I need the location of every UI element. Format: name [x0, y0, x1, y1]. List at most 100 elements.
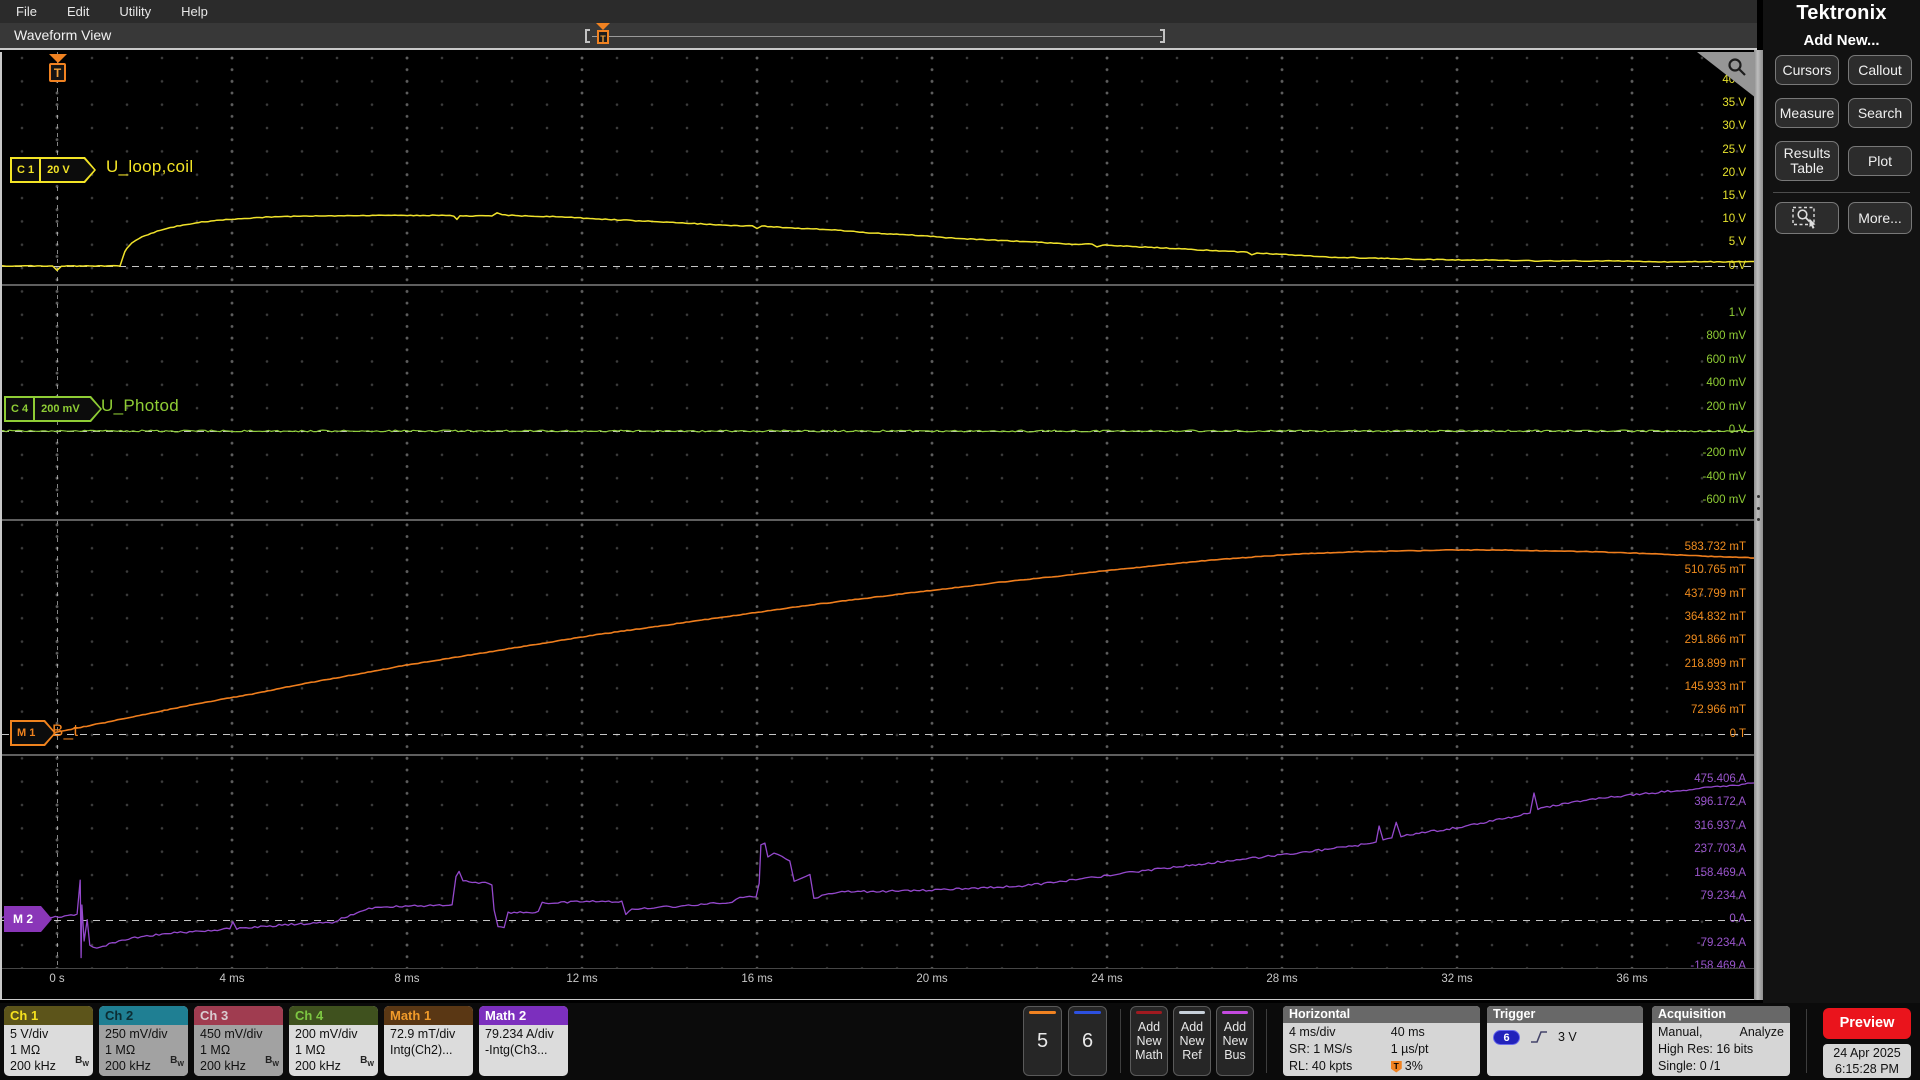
- channel-badge-math-2[interactable]: Math 2 79.234 A/div -Intg(Ch3...: [479, 1006, 568, 1076]
- horizontal-value: T 3%: [1390, 1058, 1474, 1075]
- trace-m1: [46, 548, 1754, 735]
- button-stripe: [1222, 1011, 1248, 1014]
- channel-handle-label: C 4: [11, 403, 29, 415]
- channel-handle-c-1[interactable]: C 1 20 V: [10, 157, 96, 183]
- zoom-select-button[interactable]: [1775, 202, 1839, 234]
- y-label-400-mv: -400 mV: [1702, 470, 1746, 483]
- x-tick-32-ms: 32 ms: [1441, 973, 1473, 985]
- trigger-position-flag-icon[interactable]: T: [597, 30, 609, 44]
- tektronix-logo: Tektronix: [1796, 2, 1887, 24]
- channel-handle-m-1[interactable]: M 1: [10, 720, 56, 746]
- horizontal-panel[interactable]: Horizontal 4 ms/div 40 ms SR: 1 MS/s 1 µs/p…: [1283, 1006, 1480, 1076]
- trigger-panel-title: Trigger: [1487, 1006, 1643, 1023]
- y-label-600-mv: -600 mV: [1702, 494, 1746, 507]
- y-label-237-703-a: 237.703 A: [1694, 843, 1746, 856]
- acquisition-single: Single: 0 /1: [1658, 1059, 1721, 1073]
- acquisition-panel-title: Acquisition: [1652, 1006, 1790, 1023]
- channel-badge-title: Ch 1: [4, 1006, 93, 1025]
- channel-badge-ch-2[interactable]: Ch 2 250 mV/div 1 MΩ 200 kHz BW: [99, 1006, 188, 1076]
- trigger-panel[interactable]: Trigger 6 3 V: [1487, 1006, 1643, 1076]
- datetime-display: 24 Apr 2025 6:15:28 PM: [1823, 1044, 1911, 1078]
- channel-badge-math-1[interactable]: Math 1 72.9 mT/div Intg(Ch2)...: [384, 1006, 473, 1076]
- add-new-math-button[interactable]: Add New Math: [1130, 1006, 1168, 1076]
- channel-handle-label: C 1: [17, 164, 35, 176]
- menu-edit[interactable]: Edit: [52, 4, 104, 19]
- channel-badge-line: 79.234 A/div: [485, 1027, 554, 1041]
- menu-help[interactable]: Help: [166, 4, 223, 19]
- horizontal-panel-body: 4 ms/div 40 ms SR: 1 MS/s 1 µs/pt RL: 40 kpt…: [1283, 1023, 1480, 1076]
- y-label-5-v: 5 V: [1728, 236, 1746, 249]
- sidebar-button-plot[interactable]: Plot: [1848, 146, 1912, 176]
- bandwidth-limit-icon: BW: [265, 1055, 279, 1068]
- x-tick-4-ms: 4 ms: [219, 973, 245, 985]
- trigger-marker-flag-icon[interactable]: T: [49, 63, 66, 82]
- menu-utility[interactable]: Utility: [104, 4, 166, 19]
- x-tick-28-ms: 28 ms: [1266, 973, 1298, 985]
- sidebar-button-results-table[interactable]: Results Table: [1775, 141, 1839, 181]
- tab-waveform-view[interactable]: Waveform View: [14, 27, 111, 43]
- channel-handle-label: M 2: [12, 912, 33, 926]
- y-label-437-799-mt: 437.799 mT: [1684, 587, 1746, 600]
- sidebar-button-cursors[interactable]: Cursors: [1775, 55, 1839, 85]
- pan-bracket-left-icon: [585, 29, 590, 43]
- channel-badge-ch-4[interactable]: Ch 4 200 mV/div 1 MΩ 200 kHz BW: [289, 1006, 378, 1076]
- channel-handle-inner: C 4 200 mV: [6, 398, 100, 420]
- acquisition-resolution: High Res: 16 bits: [1658, 1042, 1754, 1056]
- y-label-79-234-a: 79.234 A: [1700, 890, 1746, 902]
- acquisition-panel[interactable]: Acquisition Manual, Analyze High Res: 16…: [1652, 1006, 1790, 1076]
- channel-button-6[interactable]: 6: [1068, 1006, 1107, 1076]
- channel-scale-label: 200 mV: [41, 403, 80, 415]
- y-label-400-mv: 400 mV: [1706, 377, 1746, 390]
- channel-button-5[interactable]: 5: [1023, 1006, 1062, 1076]
- menu-file[interactable]: File: [0, 4, 52, 19]
- acquisition-analyze: Analyze: [1739, 1025, 1784, 1039]
- waveform-traces: [2, 52, 1754, 968]
- preview-button[interactable]: Preview: [1823, 1008, 1911, 1039]
- horizontal-value: 1 µs/pt: [1390, 1042, 1429, 1056]
- channel-name-u-loop-coil: U_loop,coil: [106, 157, 194, 176]
- channel-badge-line: Intg(Ch2)...: [390, 1043, 453, 1057]
- waveform-display[interactable]: 40 V35 V30 V25 V20 V15 V10 V5 V0 V1 V800…: [0, 52, 1756, 1000]
- sidebar-button-callout[interactable]: Callout: [1848, 55, 1912, 85]
- date-label: 24 Apr 2025: [1833, 1046, 1901, 1060]
- y-label-218-899-mt: 218.899 mT: [1684, 657, 1746, 670]
- x-tick-12-ms: 12 ms: [566, 973, 598, 985]
- tekscope-screen: FileEditUtilityHelp Waveform View T 40 V…: [0, 0, 1920, 1080]
- channel-badge-title: Ch 2: [99, 1006, 188, 1025]
- menu-bar: File Edit Utility Help: [0, 0, 1757, 23]
- channel-badge-ch-3[interactable]: Ch 3 450 mV/div 1 MΩ 200 kHz BW: [194, 1006, 283, 1076]
- sidebar-button-grid: Cursors Callout Measure Search Results Table…: [1775, 55, 1915, 181]
- bandwidth-limit-icon: BW: [75, 1055, 89, 1068]
- channel-badge-ch-1[interactable]: Ch 15 V/div 1 MΩ 200 kHz BW: [4, 1006, 93, 1076]
- panel-splitter[interactable]: [1754, 50, 1763, 1000]
- trigger-position-arrow-icon[interactable]: [596, 23, 610, 30]
- sidebar-button-measure[interactable]: Measure: [1775, 98, 1839, 128]
- splitter-handle-icon[interactable]: [1757, 495, 1760, 521]
- horizontal-value: 4 ms/div: [1289, 1025, 1336, 1039]
- trigger-marker-arrow-icon[interactable]: [49, 54, 67, 63]
- channel-handle-m-2[interactable]: M 2: [4, 906, 52, 932]
- add-new-bus-button[interactable]: Add New Bus: [1216, 1006, 1254, 1076]
- y-label-200-mv: -200 mV: [1702, 447, 1746, 460]
- horizontal-panel-title: Horizontal: [1283, 1006, 1480, 1023]
- trace-c1: [2, 212, 1754, 272]
- right-sidebar: Tektronix Add New... Cursors Callout Measu…: [1763, 0, 1920, 1003]
- sidebar-button-search[interactable]: Search: [1848, 98, 1912, 128]
- channel-badge-line: 200 mV/div: [295, 1027, 358, 1041]
- channel-handle-c-4[interactable]: C 4 200 mV: [4, 396, 102, 422]
- channel-name-b-t: B_t: [52, 721, 79, 740]
- y-label-20-v: 20 V: [1722, 166, 1746, 179]
- horizontal-row: RL: 40 kpts T 3%: [1289, 1058, 1474, 1075]
- zoom-select-icon: [1792, 206, 1816, 229]
- channel-badge-title: Math 2: [479, 1006, 568, 1025]
- channel-badge-title: Ch 4: [289, 1006, 378, 1025]
- bandwidth-limit-icon: BW: [170, 1055, 184, 1068]
- separator: [1120, 1009, 1121, 1073]
- y-label-145-933-mt: 145.933 mT: [1684, 681, 1746, 694]
- button-stripe: [1136, 1011, 1162, 1014]
- channel-badge-title: Ch 3: [194, 1006, 283, 1025]
- channel-name-u-photod: U_Photod: [101, 396, 180, 415]
- more-button[interactable]: More...: [1848, 202, 1912, 234]
- add-new-ref-button[interactable]: Add New Ref: [1173, 1006, 1211, 1076]
- horizontal-position-track[interactable]: [592, 36, 1162, 37]
